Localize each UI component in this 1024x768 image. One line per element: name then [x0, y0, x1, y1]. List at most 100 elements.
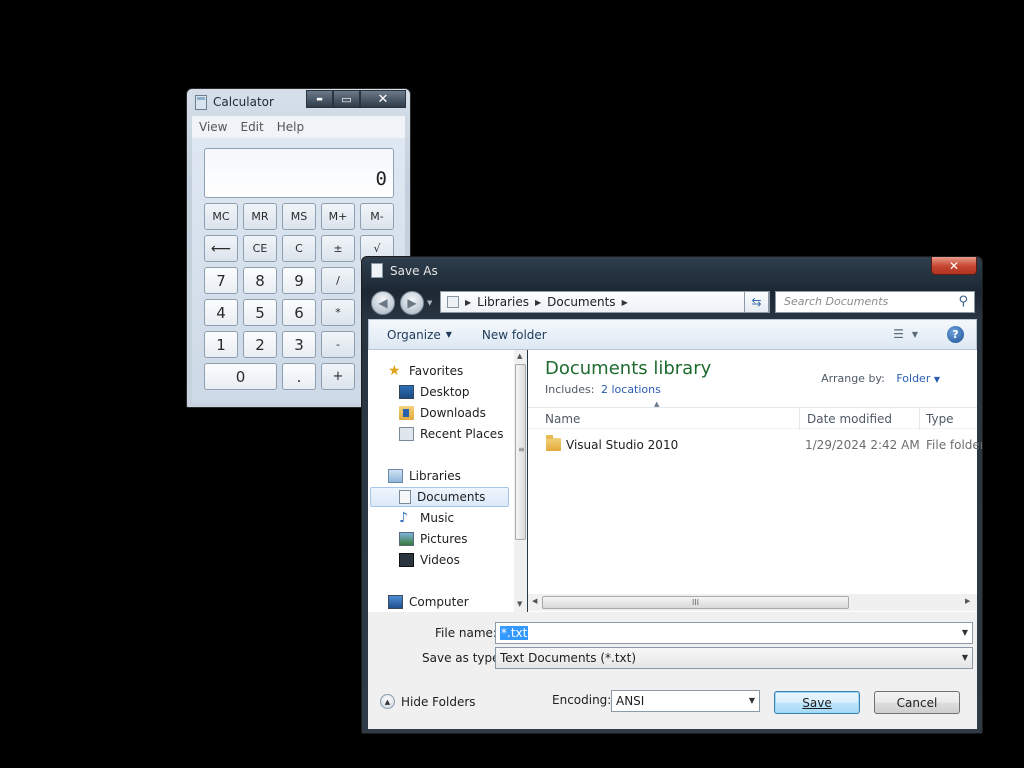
nav-favorites[interactable]: ★ Favorites: [388, 361, 463, 381]
search-box[interactable]: Search Documents ⚲: [775, 291, 975, 313]
save-form: File name: *.txt ▼ Save as type: Text Do…: [368, 612, 977, 729]
breadcrumb-arrow-icon[interactable]: ▶: [465, 298, 471, 307]
nav-music[interactable]: ♪ Music: [399, 508, 454, 528]
multiply-button[interactable]: *: [321, 299, 355, 326]
file-name-input[interactable]: *.txt ▼: [495, 622, 973, 644]
digit-4-button[interactable]: 4: [204, 299, 238, 326]
new-folder-button[interactable]: New folder: [482, 328, 547, 342]
arrange-value: Folder: [896, 372, 931, 385]
organize-label: Organize: [387, 327, 441, 342]
nav-computer[interactable]: Computer: [388, 592, 469, 612]
subtract-button[interactable]: -: [321, 331, 355, 358]
mr-button[interactable]: MR: [243, 203, 277, 230]
arrange-label: Arrange by:: [821, 372, 885, 385]
horizontal-scroll-thumb[interactable]: III: [542, 596, 849, 609]
maximize-button[interactable]: ▭: [333, 90, 360, 108]
c-button[interactable]: C: [282, 235, 316, 262]
encoding-dropdown-icon[interactable]: ▼: [749, 696, 755, 705]
negate-button[interactable]: ±: [321, 235, 355, 262]
cancel-button[interactable]: Cancel: [874, 691, 960, 714]
ms-button[interactable]: MS: [282, 203, 316, 230]
change-view-button[interactable]: ☰ ▼: [893, 327, 918, 341]
organize-dropdown-icon: ▼: [445, 330, 452, 339]
breadcrumb-documents[interactable]: Documents: [547, 295, 615, 309]
folder-icon: [546, 435, 561, 451]
save-button[interactable]: Save: [774, 691, 860, 714]
favorites-star-icon: ★: [388, 363, 401, 379]
m-minus-button[interactable]: M-: [360, 203, 394, 230]
scroll-up-icon[interactable]: ▲: [517, 352, 522, 360]
arrange-value-dropdown[interactable]: Folder ▼: [896, 372, 940, 385]
nav-documents[interactable]: Documents: [399, 487, 485, 507]
organize-button[interactable]: Organize ▼: [387, 328, 452, 342]
breadcrumb-libraries[interactable]: Libraries: [477, 295, 529, 309]
library-title: Documents library: [545, 358, 712, 379]
nav-recent-places[interactable]: Recent Places: [399, 424, 503, 444]
column-divider[interactable]: [919, 408, 920, 430]
ce-button[interactable]: CE: [243, 235, 277, 262]
hide-folders-link[interactable]: Hide Folders: [401, 695, 476, 709]
column-name[interactable]: Name: [545, 412, 580, 426]
save-type-select[interactable]: Text Documents (*.txt) ▼: [495, 647, 973, 669]
refresh-button[interactable]: ⇆: [744, 291, 769, 313]
file-row[interactable]: Visual Studio 2010 1/29/2024 2:42 AM Fil…: [528, 435, 982, 457]
scroll-left-icon[interactable]: ◀: [532, 597, 537, 605]
forward-arrow-icon: ▶: [407, 296, 417, 310]
dialog-title: Save As: [390, 264, 438, 278]
decimal-button[interactable]: .: [282, 363, 316, 390]
save-type-dropdown-icon[interactable]: ▼: [962, 653, 968, 662]
address-bar[interactable]: ▶ Libraries ▶ Documents ▶ ▼: [440, 291, 770, 313]
hide-folders-chevron-icon[interactable]: ▲: [380, 694, 395, 709]
nav-pictures[interactable]: Pictures: [399, 529, 468, 549]
nav-scroll-thumb[interactable]: ≡: [515, 364, 526, 540]
encoding-select[interactable]: ANSI ▼: [611, 690, 760, 712]
digit-1-button[interactable]: 1: [204, 331, 238, 358]
digit-0-button[interactable]: 0: [204, 363, 277, 390]
nav-desktop[interactable]: Desktop: [399, 382, 470, 402]
command-bar: Organize ▼ New folder ☰ ▼ ?: [368, 319, 977, 350]
digit-9-button[interactable]: 9: [282, 267, 316, 294]
display-value: 0: [375, 168, 387, 190]
music-icon: ♪: [399, 510, 408, 526]
calculator-menubar: View Edit Help: [192, 116, 405, 138]
menu-help[interactable]: Help: [277, 120, 304, 134]
nav-vertical-scrollbar[interactable]: ▲ ≡ ▼: [514, 350, 527, 612]
scroll-right-icon[interactable]: ▶: [965, 597, 970, 605]
file-list-horizontal-scrollbar[interactable]: ◀ III ▶: [528, 594, 977, 611]
m-plus-button[interactable]: M+: [321, 203, 355, 230]
menu-edit[interactable]: Edit: [240, 120, 263, 134]
column-type[interactable]: Type: [926, 412, 954, 426]
nav-videos[interactable]: Videos: [399, 550, 460, 570]
close-button[interactable]: ✕: [360, 90, 406, 108]
search-placeholder: Search Documents: [784, 295, 889, 308]
search-icon[interactable]: ⚲: [958, 294, 968, 309]
library-includes: Includes: 2 locations: [545, 383, 661, 396]
scroll-down-icon[interactable]: ▼: [517, 600, 522, 608]
back-button[interactable]: ◀: [371, 291, 395, 315]
digit-2-button[interactable]: 2: [243, 331, 277, 358]
digit-7-button[interactable]: 7: [204, 267, 238, 294]
add-button[interactable]: +: [321, 363, 355, 390]
menu-view[interactable]: View: [199, 120, 227, 134]
recent-pages-chevron-icon[interactable]: ▼: [427, 299, 432, 307]
nav-libraries[interactable]: Libraries: [388, 466, 461, 486]
mc-button[interactable]: MC: [204, 203, 238, 230]
file-name-value: *.txt: [500, 626, 529, 640]
digit-5-button[interactable]: 5: [243, 299, 277, 326]
column-date-modified[interactable]: Date modified: [807, 412, 892, 426]
divide-button[interactable]: /: [321, 267, 355, 294]
minimize-button[interactable]: ▬: [306, 90, 333, 108]
locations-link[interactable]: 2 locations: [601, 383, 661, 396]
backspace-button[interactable]: ⟵: [204, 235, 238, 262]
digit-8-button[interactable]: 8: [243, 267, 277, 294]
nav-downloads[interactable]: Downloads: [399, 403, 486, 423]
help-icon[interactable]: ?: [947, 326, 964, 343]
breadcrumb-arrow-icon[interactable]: ▶: [622, 298, 628, 307]
forward-button[interactable]: ▶: [400, 291, 424, 315]
breadcrumb-arrow-icon[interactable]: ▶: [535, 298, 541, 307]
column-divider[interactable]: [799, 408, 800, 430]
digit-6-button[interactable]: 6: [282, 299, 316, 326]
file-name-dropdown-icon[interactable]: ▼: [962, 628, 968, 637]
digit-3-button[interactable]: 3: [282, 331, 316, 358]
dialog-close-button[interactable]: ✕: [931, 257, 977, 275]
